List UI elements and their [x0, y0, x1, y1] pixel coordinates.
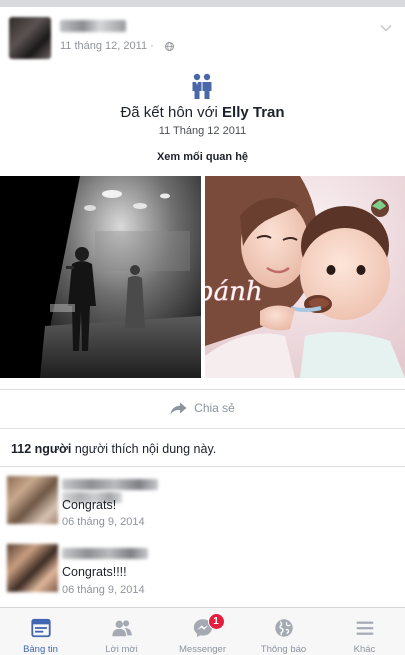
share-button[interactable]: Chia sẻ — [0, 388, 405, 428]
comment-date: 06 tháng 9, 2014 — [62, 516, 145, 528]
tab-label: Khác — [353, 644, 376, 655]
divider-likes — [0, 466, 405, 467]
globe-icon — [274, 619, 293, 637]
author-name-blurred[interactable] — [60, 20, 126, 32]
tab-label: Bảng tin — [23, 644, 58, 655]
commenter-avatar[interactable] — [7, 544, 58, 592]
friend-requests-icon — [111, 620, 132, 637]
comment-text: Congrats!!!! — [62, 565, 127, 579]
author-avatar[interactable] — [9, 17, 51, 59]
tab-friend-requests[interactable]: Lời mời — [81, 608, 162, 655]
partner-name-link[interactable]: Elly Tran — [222, 104, 285, 121]
bottom-tab-bar: Bảng tin Lời mời 1 Messenger Thông báo K… — [0, 607, 405, 655]
tab-label: Messenger — [179, 644, 226, 655]
comment-text: Congrats! — [62, 498, 117, 512]
comment-date: 06 tháng 9, 2014 — [62, 584, 145, 596]
news-feed-icon — [30, 618, 51, 638]
share-arrow-icon — [170, 402, 187, 414]
likes-count: 112 người — [11, 442, 72, 456]
tab-news-feed[interactable]: Bảng tin — [0, 608, 81, 655]
life-event-prefix: Đã kết hôn với — [120, 104, 218, 121]
commenter-name-blurred[interactable] — [62, 548, 148, 559]
photo-overlay-text: bánh — [205, 277, 263, 307]
commenter-avatar[interactable] — [7, 476, 58, 524]
life-event-date: 11 Tháng 12 2011 — [158, 125, 247, 137]
couple-icon — [192, 73, 212, 99]
messenger-badge: 1 — [207, 613, 225, 630]
share-label: Chia sẻ — [194, 401, 235, 415]
tab-messenger[interactable]: 1 Messenger — [162, 608, 243, 655]
status-strip — [0, 0, 405, 7]
chevron-down-icon[interactable] — [380, 24, 392, 32]
privacy-globe-icon — [165, 42, 174, 51]
likes-summary[interactable]: 112 người người thích nội dung này. — [11, 442, 216, 456]
wedding-stage-photo[interactable] — [0, 176, 201, 378]
life-event-title: Đã kết hôn với Elly Tran — [0, 104, 405, 121]
post-date-text: 11 tháng 12, 2011 — [60, 40, 148, 52]
commenter-name-blurred[interactable] — [62, 479, 158, 490]
see-relationship-link[interactable]: Xem mối quan hệ — [0, 151, 405, 163]
tab-more[interactable]: Khác — [324, 608, 405, 655]
likes-text: người thích nội dung này. — [74, 442, 217, 456]
post-date-separator: · — [150, 40, 154, 52]
tab-notifications[interactable]: Thông báo — [243, 608, 324, 655]
divider-bottom-share — [0, 428, 405, 429]
menu-icon — [356, 621, 373, 635]
post-timestamp[interactable]: 11 tháng 12, 2011 · — [60, 40, 154, 52]
tab-label: Lời mời — [105, 644, 138, 655]
family-photo[interactable]: bánh — [205, 176, 405, 378]
tab-label: Thông báo — [260, 644, 307, 655]
